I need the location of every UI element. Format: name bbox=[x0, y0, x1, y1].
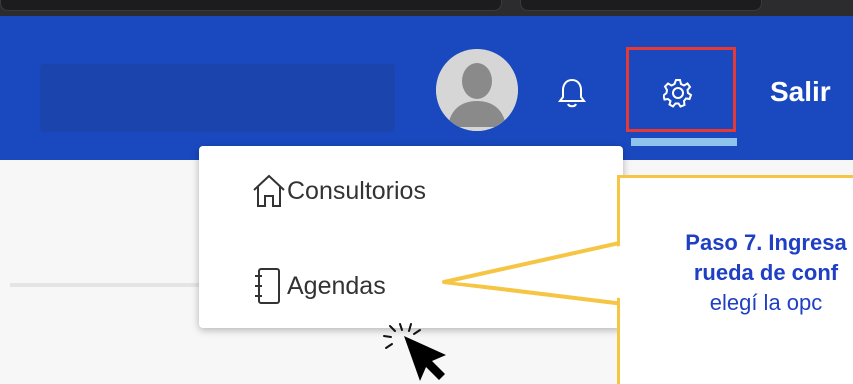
menu-item-consultorios[interactable]: Consultorios bbox=[199, 161, 599, 221]
logout-button[interactable]: Salir bbox=[770, 76, 831, 108]
notebook-icon bbox=[255, 268, 280, 304]
callout-text: Paso 7. Ingresa rueda de conf elegí la o… bbox=[636, 228, 853, 318]
settings-active-indicator bbox=[631, 138, 737, 146]
cursor-arrow-icon bbox=[383, 323, 446, 381]
callout-line-3: elegí la opc bbox=[709, 290, 823, 315]
user-avatar[interactable] bbox=[436, 49, 518, 131]
browser-top-strip bbox=[0, 0, 853, 16]
callout-line-1: Paso 7. Ingresa bbox=[685, 230, 847, 255]
callout-clip: Paso 7. Ingresa rueda de conf elegí la o… bbox=[617, 175, 853, 384]
menu-item-label: Consultorios bbox=[287, 176, 426, 205]
house-icon bbox=[253, 174, 285, 207]
callout-line-2: rueda de conf bbox=[693, 260, 839, 285]
callout-pointer-fill bbox=[454, 246, 620, 298]
search-box[interactable] bbox=[40, 64, 395, 132]
content-divider bbox=[10, 283, 200, 287]
user-avatar-icon bbox=[436, 49, 518, 131]
browser-tab[interactable] bbox=[0, 0, 502, 11]
bell-icon[interactable] bbox=[557, 77, 587, 109]
menu-item-label: Agendas bbox=[287, 271, 386, 300]
browser-tab[interactable] bbox=[520, 0, 762, 11]
gear-icon[interactable] bbox=[663, 78, 693, 108]
